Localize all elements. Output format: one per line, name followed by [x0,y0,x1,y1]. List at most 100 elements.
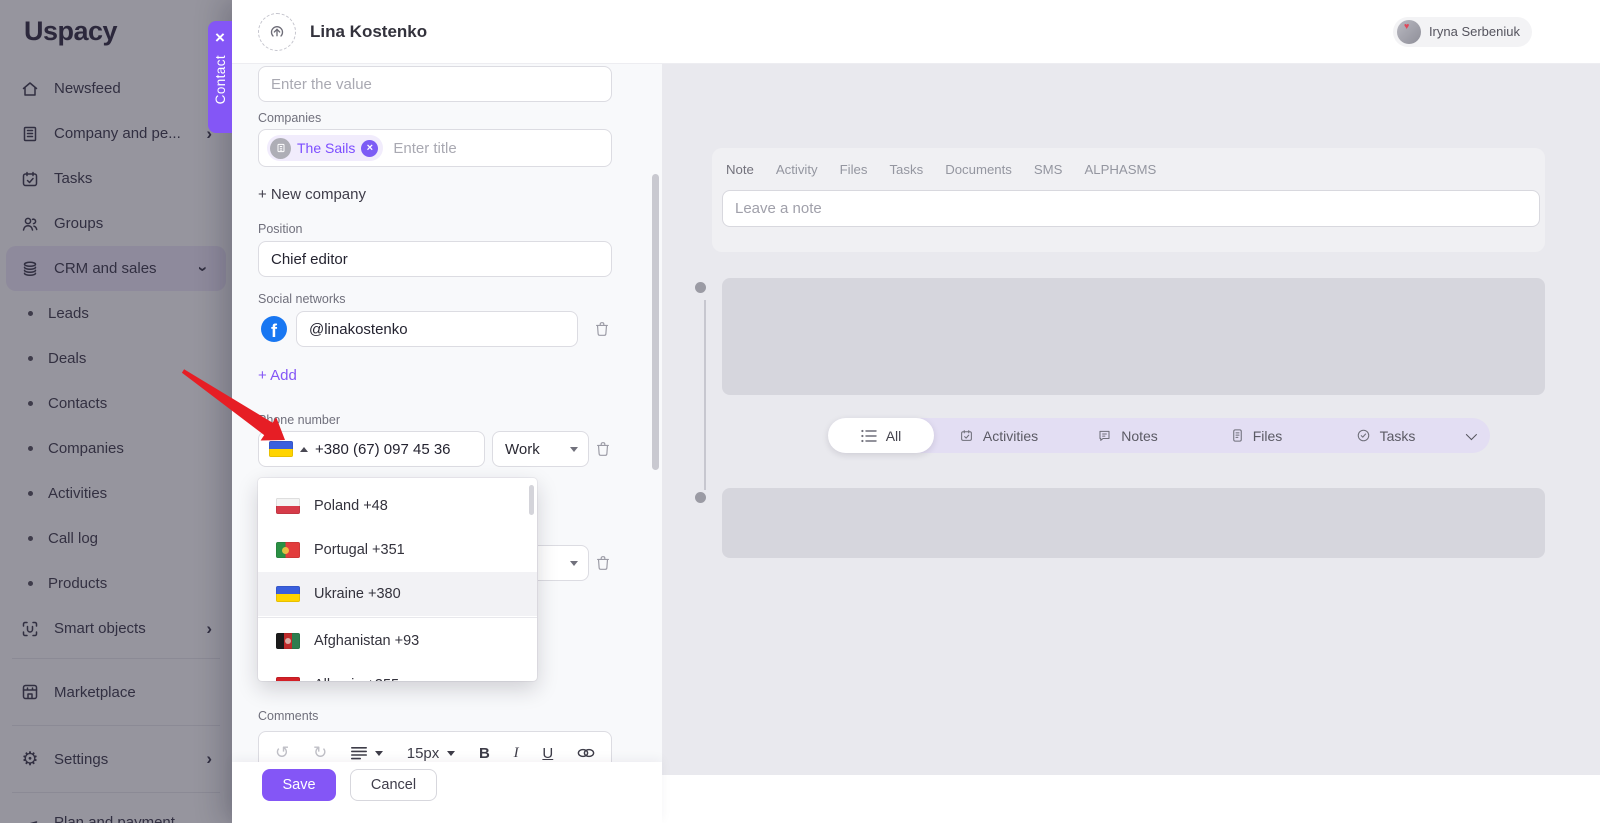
position-input[interactable] [258,241,612,277]
filter-label: All [886,428,902,444]
add-social-link[interactable]: + Add [258,367,297,384]
ukraine-flag-icon[interactable] [269,441,293,457]
drawer-footer: Save Cancel [232,762,662,823]
filter-expand-chevron[interactable] [1450,432,1490,440]
filter-notes[interactable]: Notes [1063,428,1192,444]
page-title: Lina Kostenko [310,22,427,42]
companies-field[interactable]: The Sails Enter title [258,129,612,167]
form-scrollbar[interactable] [652,174,659,470]
user-menu[interactable]: Iryna Serbeniuk [1393,17,1532,47]
modal-backdrop[interactable] [0,0,232,823]
drawer-footer-right [662,775,1600,823]
filter-label: Tasks [1380,428,1416,444]
country-code: +355 [366,677,399,681]
country-name: Portugal [314,542,368,558]
filter-activities[interactable]: Activities [934,428,1063,444]
redo-icon[interactable] [313,743,327,762]
tab-activity[interactable]: Activity [776,162,818,177]
phone-number-label: Phone number [258,413,340,427]
filter-label: Activities [983,428,1038,444]
company-chip-icon [270,138,291,159]
chevron-down-icon [447,751,455,756]
tab-files[interactable]: Files [840,162,868,177]
value-input[interactable] [258,66,612,102]
upload-icon [267,22,287,42]
country-option-ukraine[interactable]: Ukraine +380 [258,572,537,616]
country-option-portugal[interactable]: Portugal +351 [258,528,537,572]
social-input[interactable] [296,311,578,347]
align-menu[interactable] [351,746,383,760]
filter-tasks[interactable]: Tasks [1321,428,1450,444]
sidebar: Uspacy Newsfeed Company and pe... Tasks … [0,0,232,823]
cancel-button[interactable]: Cancel [350,769,437,801]
poland-flag-icon [276,498,300,514]
country-option-albania[interactable]: Albania +355 [258,663,537,681]
country-name: Afghanistan [314,633,391,649]
note-icon [1097,428,1112,443]
tab-documents[interactable]: Documents [945,162,1012,177]
skeleton-block [722,488,1545,558]
close-icon[interactable] [215,29,225,46]
country-name: Poland [314,498,359,514]
companies-label: Companies [258,111,321,125]
filter-files[interactable]: Files [1192,428,1321,444]
delete-social-icon[interactable] [593,320,611,338]
file-icon [1231,428,1244,443]
country-code: +93 [395,633,420,649]
contact-drawer: Lina Kostenko Iryna Serbeniuk Companies … [232,0,1600,823]
calendar-icon [959,428,974,443]
font-size-menu[interactable]: 15px [407,745,456,762]
tab-note[interactable]: Note [726,162,754,177]
country-option-poland[interactable]: Poland +48 [258,484,537,528]
facebook-icon [261,316,287,342]
delete-phone-icon[interactable] [594,440,612,458]
company-chip[interactable]: The Sails [267,135,383,161]
tab-alphasms[interactable]: ALPHASMS [1084,162,1156,177]
remove-chip-icon[interactable] [361,140,378,157]
link-icon[interactable] [577,747,595,759]
italic-button[interactable]: I [514,745,519,762]
avatar [1397,20,1421,44]
underline-button[interactable]: U [542,745,553,762]
new-company-link[interactable]: + New company [258,186,366,203]
delete-phone-icon-2[interactable] [594,554,612,572]
phone-type-select[interactable]: Work [492,431,589,467]
filter-label: Notes [1121,428,1158,444]
timeline-filter-bar: All Activities Notes Files Tasks [828,418,1490,453]
phone-type-value: Work [505,441,540,458]
save-button[interactable]: Save [262,769,336,801]
align-icon [351,746,367,760]
chevron-down-icon [570,447,578,452]
country-name: Albania [314,677,362,681]
drawer-header: Lina Kostenko Iryna Serbeniuk [232,0,1600,64]
chevron-down-icon [570,561,578,566]
comments-toolbar: 15px B I U [258,731,612,762]
filter-label: Files [1253,428,1283,444]
phone-input[interactable]: +380 (67) 097 45 36 [258,431,485,467]
check-circle-icon [1356,428,1371,443]
app-root: Uspacy Newsfeed Company and pe... Tasks … [0,0,1600,823]
bold-button[interactable]: B [479,745,490,762]
chevron-down-icon [375,751,383,756]
country-option-afghanistan[interactable]: Afghanistan +93 [258,619,537,663]
dropdown-scrollbar[interactable] [529,485,534,515]
comments-label: Comments [258,709,318,723]
chevron-down-icon [1466,428,1477,439]
timeline-dot [695,282,706,293]
user-name: Iryna Serbeniuk [1429,24,1520,39]
country-code: +48 [363,498,388,514]
filter-all[interactable]: All [828,418,934,453]
company-chip-label: The Sails [297,140,355,156]
social-networks-label: Social networks [258,292,346,306]
contact-drawer-tab[interactable]: Contact [208,21,232,133]
upload-avatar-button[interactable] [258,13,296,51]
tab-tasks[interactable]: Tasks [889,162,923,177]
list-icon [861,429,877,443]
contact-form: Companies The Sails Enter title + New co… [232,64,662,762]
tab-sms[interactable]: SMS [1034,162,1063,177]
note-input[interactable] [722,190,1540,227]
country-code: +380 [368,586,401,602]
flag-caret-up-icon[interactable] [300,447,308,452]
undo-icon[interactable] [275,743,289,762]
dropdown-divider [258,617,537,618]
